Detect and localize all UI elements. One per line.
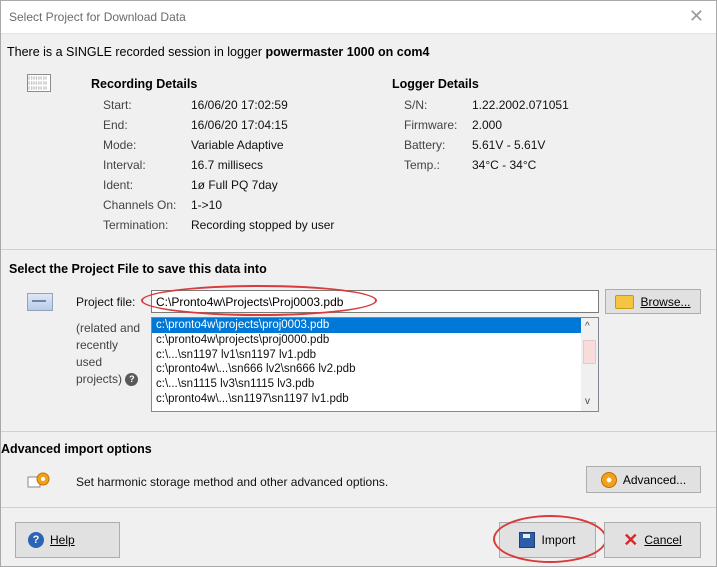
channels-value: 1->10: [191, 198, 223, 212]
advanced-description: Set harmonic storage method and other ad…: [76, 475, 389, 489]
list-item[interactable]: c:\...\sn1115 lv3\sn1115 lv3.pdb: [152, 377, 598, 392]
scroll-thumb[interactable]: [583, 340, 596, 364]
interval-value: 16.7 millisecs: [191, 158, 264, 172]
gear-icon: [600, 471, 617, 488]
help-icon: ?: [28, 532, 44, 548]
ident-value: 1ø Full PQ 7day: [191, 178, 278, 192]
folder-icon: [615, 294, 635, 309]
temp-value: 34°C - 34°C: [472, 158, 537, 172]
scroll-down-icon[interactable]: v: [585, 396, 590, 407]
session-info-text: There is a SINGLE recorded session in lo…: [7, 45, 266, 59]
battery-value: 5.61V - 5.61V: [472, 138, 546, 152]
related-label-line1: (related and: [76, 321, 141, 335]
highlight-ellipse-import: [493, 515, 607, 563]
ident-label: Ident:: [103, 178, 134, 192]
advanced-heading: Advanced import options: [1, 442, 152, 456]
cancel-label: Cancel: [644, 533, 682, 547]
related-label-line2: recently: [76, 338, 119, 352]
list-item[interactable]: c:\pronto4w\projects\proj0003.pdb: [152, 318, 598, 333]
termination-label: Termination:: [103, 218, 169, 232]
battery-label: Battery:: [404, 138, 446, 152]
related-label-line4-text: projects): [76, 372, 123, 386]
start-value: 16/06/20 17:02:59: [191, 98, 288, 112]
divider: [1, 249, 716, 250]
project-file-icon: [27, 293, 53, 311]
logger-details-heading: Logger Details: [392, 77, 479, 91]
mode-value: Variable Adaptive: [191, 138, 284, 152]
termination-value: Recording stopped by user: [191, 218, 335, 232]
serial-label: S/N:: [404, 98, 428, 112]
firmware-label: Firmware:: [404, 118, 458, 132]
project-file-label: Project file:: [76, 295, 136, 309]
highlight-ellipse-project-file: [141, 285, 377, 316]
divider: [1, 507, 716, 508]
recent-projects-list[interactable]: c:\pronto4w\projects\proj0003.pdb c:\pro…: [151, 317, 599, 412]
scroll-up-icon[interactable]: ^: [585, 321, 590, 332]
browse-label: Browse...: [640, 294, 691, 309]
project-file-heading: Select the Project File to save this dat…: [9, 262, 267, 276]
question-icon[interactable]: ?: [125, 373, 139, 387]
close-icon[interactable]: ✕: [689, 7, 704, 25]
start-label: Start:: [103, 98, 132, 112]
serial-value: 1.22.2002.071051: [472, 98, 569, 112]
divider: [1, 431, 716, 432]
mode-label: Mode:: [103, 138, 137, 152]
recording-icon: ▯▯▯▯▯▯▯▯ ▯▯▯▯▯▯▯▯ ▯▯▯▯▯▯▯▯: [27, 74, 51, 92]
channels-label: Channels On:: [103, 198, 177, 212]
logger-name: powermaster 1000 on com4: [265, 45, 430, 59]
window-title: Select Project for Download Data: [9, 10, 186, 24]
list-item[interactable]: c:\pronto4w\...\sn666 lv2\sn666 lv2.pdb: [152, 362, 598, 377]
cancel-x-icon: ✕: [623, 530, 639, 550]
advanced-button[interactable]: Advanced...: [586, 466, 701, 493]
advanced-settings-icon: [27, 472, 51, 490]
cancel-button[interactable]: ✕ Cancel: [604, 522, 701, 558]
recording-details-heading: Recording Details: [91, 77, 198, 91]
related-label-line4: projects) ?: [76, 372, 139, 387]
firmware-value: 2.000: [472, 118, 503, 132]
help-label: Help: [50, 533, 75, 547]
title-bar: Select Project for Download Data ✕: [1, 1, 716, 34]
interval-label: Interval:: [103, 158, 146, 172]
list-item[interactable]: c:\pronto4w\projects\proj0000.pdb: [152, 333, 598, 348]
import-dialog: Select Project for Download Data ✕ There…: [0, 0, 717, 567]
list-scrollbar[interactable]: ^ v: [581, 318, 598, 411]
list-item[interactable]: c:\pronto4w\...\sn1197\sn1197 lv1.pdb: [152, 392, 598, 407]
help-button[interactable]: ? Help: [15, 522, 120, 558]
advanced-button-label: Advanced...: [622, 472, 687, 487]
related-label-line3: used: [76, 355, 103, 369]
temp-label: Temp.:: [404, 158, 441, 172]
list-item[interactable]: c:\...\sn1197 lv1\sn1197 lv1.pdb: [152, 348, 598, 363]
session-info: There is a SINGLE recorded session in lo…: [7, 45, 429, 59]
end-value: 16/06/20 17:04:15: [191, 118, 288, 132]
end-label: End:: [103, 118, 128, 132]
browse-button[interactable]: Browse...: [605, 289, 701, 314]
